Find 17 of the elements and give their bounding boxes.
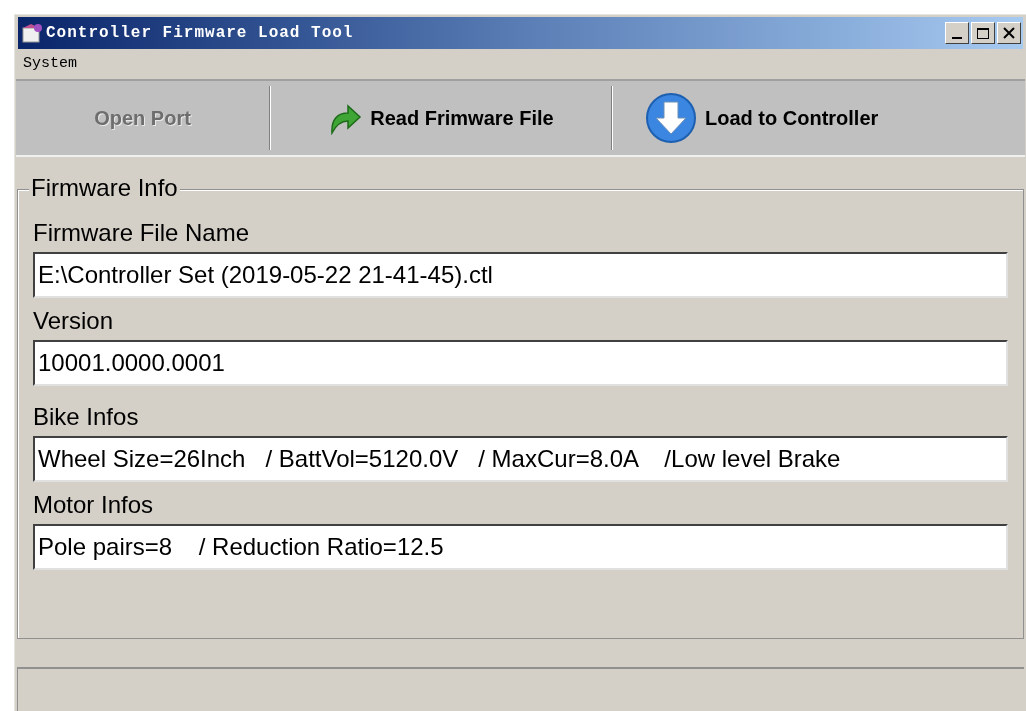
maximize-button[interactable] — [971, 22, 995, 44]
toolbar-button[interactable]: Read Frimware File — [271, 81, 611, 155]
close-icon — [1003, 27, 1015, 39]
field-label: Firmware File Name — [33, 218, 251, 248]
field-label: Version — [33, 306, 115, 336]
app-icon — [21, 22, 43, 44]
toolbar-button[interactable]: Load to Controller — [613, 81, 895, 155]
field-label: Motor Infos — [33, 490, 155, 520]
input-field[interactable]: 10001.0000.0001 — [33, 340, 1008, 386]
input-field[interactable]: Wheel Size=26Inch / BattVol=5120.0V / MaxCur=8.0A /Low level Brake — [33, 436, 1008, 482]
window-title: Controller Firmware Load Tool — [46, 23, 354, 44]
minimize-button[interactable] — [945, 22, 969, 44]
input-field[interactable]: Pole pairs=8 / Reduction Ratio=12.5 — [33, 524, 1008, 570]
field-label: Bike Infos — [33, 402, 140, 432]
input-field[interactable]: E:\Controller Set (2019-05-22 21-41-45).ctl — [33, 252, 1008, 298]
close-button[interactable] — [997, 22, 1021, 44]
menu-item[interactable]: System — [23, 52, 77, 76]
